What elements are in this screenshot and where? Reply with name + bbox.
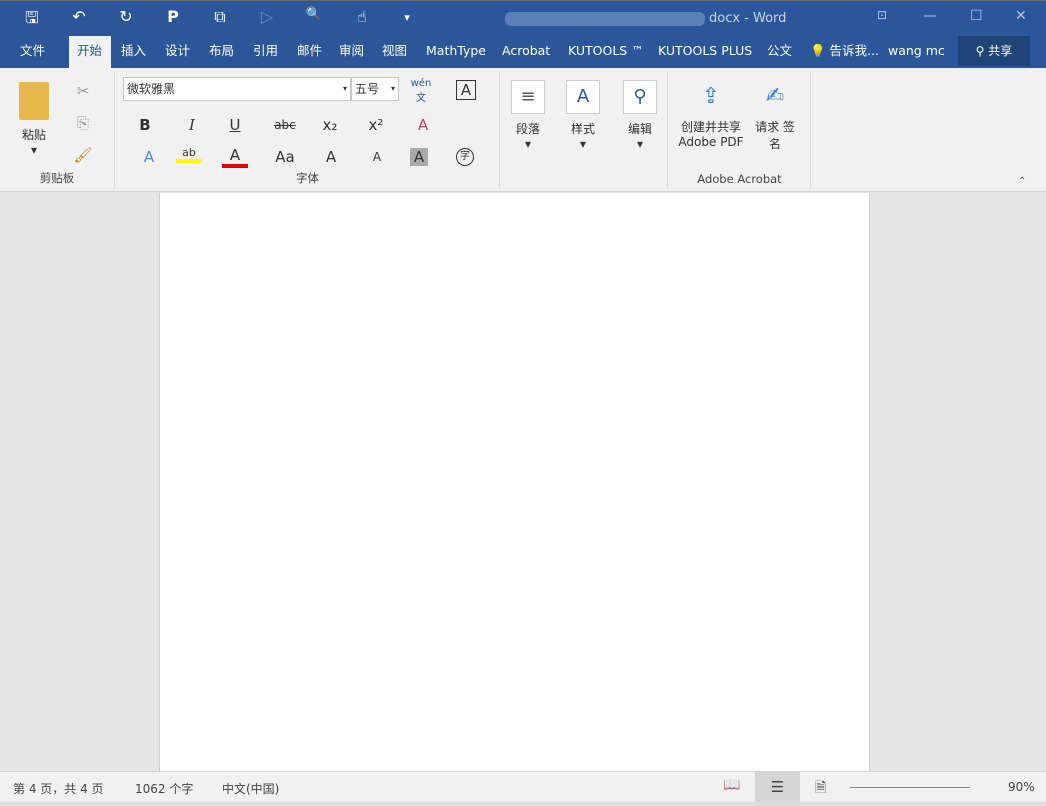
zoom-slider[interactable] bbox=[850, 787, 970, 788]
font-label: 字体 bbox=[296, 171, 319, 185]
paste-button[interactable]: 粘贴 ▾ bbox=[14, 82, 54, 157]
ribbon-display-icon[interactable]: ⊡ bbox=[877, 8, 887, 22]
bold-button[interactable]: B bbox=[132, 116, 158, 134]
copy-format-icon[interactable]: ⧉ bbox=[208, 7, 232, 27]
page-count[interactable]: 第 4 页，共 4 页 bbox=[13, 780, 104, 797]
tab-file[interactable]: 文件 bbox=[12, 36, 53, 68]
highlight-button[interactable]: ab bbox=[176, 146, 202, 163]
ribbon: 粘贴 ▾ ✂ ⎘ 🖌 剪贴板 微软雅黑 ▾ 五号 ▾ wén文 A B I U abc… bbox=[0, 68, 1046, 192]
format-painter-icon[interactable]: 🖌 bbox=[70, 146, 96, 164]
title-bar: 🖫 ↶ ↻ P ⧉ ▷ 🔍 ☝ ▾ docx - Word ⊡ — ☐ ✕ bbox=[0, 0, 1046, 36]
print-layout-icon[interactable]: ☰ bbox=[755, 772, 800, 802]
status-bar: 第 4 页，共 4 页 1062 个字 中文(中国) 📖 ☰ 🗎 90% bbox=[0, 771, 1046, 802]
paragraph-group: ≡ 段落 ▾ bbox=[501, 72, 556, 188]
tab-mailings[interactable]: 邮件 bbox=[289, 36, 330, 68]
strikethrough-button[interactable]: abc bbox=[268, 118, 302, 132]
tell-me-text: 告诉我... bbox=[829, 43, 879, 58]
shrink-font-button[interactable]: A bbox=[364, 150, 390, 164]
search-icon: ⚲ bbox=[623, 80, 657, 114]
grow-font-button[interactable]: A bbox=[318, 148, 344, 166]
close-button[interactable]: ✕ bbox=[1015, 8, 1027, 24]
underline-button[interactable]: U bbox=[222, 116, 248, 134]
phonetic-guide-icon[interactable]: wén文 bbox=[408, 78, 434, 104]
styles-group: A 样式 ▾ bbox=[556, 72, 611, 188]
zoom-level[interactable]: 90% bbox=[1008, 780, 1035, 794]
copy-icon[interactable]: ⎘ bbox=[70, 114, 96, 132]
styles-button[interactable]: A 样式 ▾ bbox=[565, 80, 601, 151]
tab-kutools-plus[interactable]: KUTOOLS PLUS bbox=[650, 36, 760, 68]
paragraph-icon: ≡ bbox=[511, 80, 545, 114]
create-pdf-button[interactable]: ⇪ 创建并共享 Adobe PDF bbox=[675, 84, 747, 149]
change-case-button[interactable]: Aa bbox=[272, 148, 298, 166]
font-size-select[interactable]: 五号 ▾ bbox=[351, 77, 399, 101]
styles-icon: A bbox=[566, 80, 600, 114]
tab-home[interactable]: 开始 bbox=[69, 36, 111, 68]
undo-icon[interactable]: ↶ bbox=[67, 7, 91, 26]
clipboard-label: 剪贴板 bbox=[39, 171, 75, 185]
pdf-share-icon: ⇪ bbox=[701, 84, 721, 109]
text-effects-button[interactable]: A bbox=[136, 148, 162, 166]
editing-group: ⚲ 编辑 ▾ bbox=[612, 72, 668, 188]
subscript-button[interactable]: x₂ bbox=[317, 116, 343, 134]
font-color-button[interactable]: A bbox=[222, 146, 248, 168]
user-name[interactable]: wang mc bbox=[880, 36, 953, 68]
acrobat-label: Adobe Acrobat bbox=[697, 172, 782, 186]
redo-icon[interactable]: ↻ bbox=[114, 7, 138, 26]
tab-layout[interactable]: 布局 bbox=[201, 36, 242, 68]
cut-icon[interactable]: ✂ bbox=[70, 82, 96, 100]
collapse-ribbon-icon[interactable]: ⌃ bbox=[1018, 176, 1026, 187]
paste-label: 粘贴 bbox=[21, 128, 46, 142]
tell-me[interactable]: 💡 告诉我... bbox=[802, 36, 887, 68]
italic-button[interactable]: I bbox=[179, 116, 205, 134]
tab-acrobat[interactable]: Acrobat bbox=[494, 36, 558, 68]
language[interactable]: 中文(中国) bbox=[222, 780, 279, 797]
tab-references[interactable]: 引用 bbox=[245, 36, 286, 68]
superscript-button[interactable]: x² bbox=[363, 116, 389, 134]
character-shading-button[interactable]: A bbox=[410, 148, 428, 166]
bottom-strip bbox=[0, 802, 1046, 806]
touch-mode-icon[interactable]: ☝ bbox=[350, 7, 374, 26]
signature-icon: ✍ bbox=[765, 84, 785, 109]
tab-kutools[interactable]: KUTOOLS ™ bbox=[560, 36, 652, 68]
tab-view[interactable]: 视图 bbox=[374, 36, 415, 68]
word-count[interactable]: 1062 个字 bbox=[135, 780, 193, 797]
tab-mathtype[interactable]: MathType bbox=[418, 36, 494, 68]
publisher-icon[interactable]: P bbox=[161, 7, 185, 26]
share-label: 共享 bbox=[988, 44, 1013, 58]
request-sign-button[interactable]: ✍ 请求 签名 bbox=[755, 84, 795, 152]
customize-icon[interactable]: ▾ bbox=[395, 11, 419, 24]
character-border-icon[interactable]: A bbox=[456, 80, 476, 100]
tab-review[interactable]: 审阅 bbox=[331, 36, 372, 68]
acrobat-group: ⇪ 创建并共享 Adobe PDF ✍ 请求 签名 Adobe Acrobat bbox=[669, 72, 811, 188]
minimize-button[interactable]: — bbox=[923, 8, 937, 24]
tab-insert[interactable]: 插入 bbox=[113, 36, 154, 68]
clipboard-group: 粘贴 ▾ ✂ ⎘ 🖌 剪贴板 bbox=[0, 72, 115, 188]
font-name-select[interactable]: 微软雅黑 ▾ bbox=[123, 77, 351, 101]
comment-icon[interactable]: ▷ bbox=[255, 7, 279, 26]
clear-formatting-icon[interactable]: A bbox=[410, 116, 436, 134]
document-page[interactable] bbox=[159, 193, 870, 771]
enclose-characters-button[interactable]: 字 bbox=[456, 148, 474, 166]
person-icon: ⚲ bbox=[975, 44, 985, 58]
read-mode-icon[interactable]: 📖 bbox=[723, 777, 740, 793]
tab-design[interactable]: 设计 bbox=[157, 36, 198, 68]
ribbon-tabs: 文件 开始 插入 设计 布局 引用 邮件 审阅 视图 MathType Acro… bbox=[0, 36, 1046, 68]
document-title: docx - Word bbox=[505, 11, 786, 26]
paragraph-button[interactable]: ≡ 段落 ▾ bbox=[510, 80, 546, 151]
maximize-button[interactable]: ☐ bbox=[970, 8, 983, 24]
tab-gongwen[interactable]: 公文 bbox=[759, 36, 800, 68]
save-icon[interactable]: 🖫 bbox=[20, 7, 44, 34]
share-button[interactable]: ⚲ 共享 bbox=[958, 36, 1030, 66]
print-preview-icon[interactable]: 🔍 bbox=[302, 7, 326, 22]
font-group: 微软雅黑 ▾ 五号 ▾ wén文 A B I U abc x₂ x² A A ab … bbox=[116, 72, 500, 188]
editing-button[interactable]: ⚲ 编辑 ▾ bbox=[622, 80, 658, 151]
paste-icon bbox=[19, 82, 49, 120]
web-layout-icon[interactable]: 🗎 bbox=[815, 777, 826, 801]
